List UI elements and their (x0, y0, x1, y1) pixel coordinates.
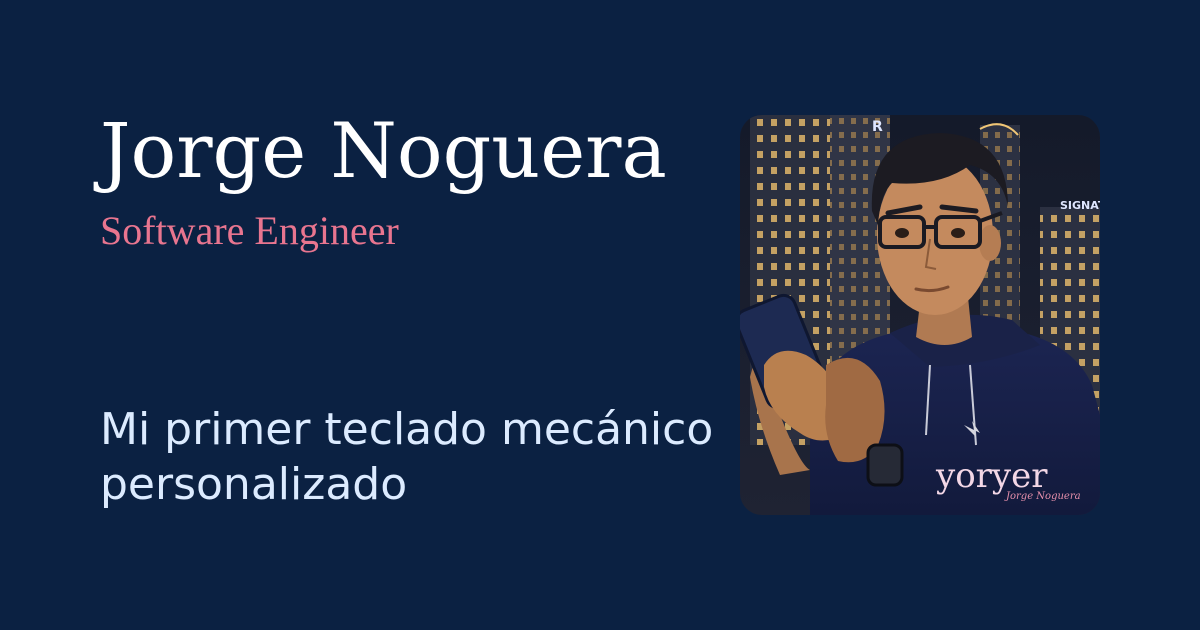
author-role: Software Engineer (100, 208, 399, 253)
post-title: Mi primer teclado mecánico personalizado (100, 404, 714, 510)
wristwatch-icon (866, 443, 904, 487)
watermark-sub: Jorge Noguera (1004, 491, 1081, 502)
building-letter: R (872, 119, 883, 135)
watermark-main: yoryer (935, 456, 1048, 496)
building-sign: SIGNATUR (1060, 199, 1100, 212)
avatar-illustration-svg: SIGNATUR R (740, 115, 1100, 515)
author-name: Jorge Noguera (100, 106, 667, 195)
avatar-illustration: SIGNATUR R (740, 115, 1100, 515)
